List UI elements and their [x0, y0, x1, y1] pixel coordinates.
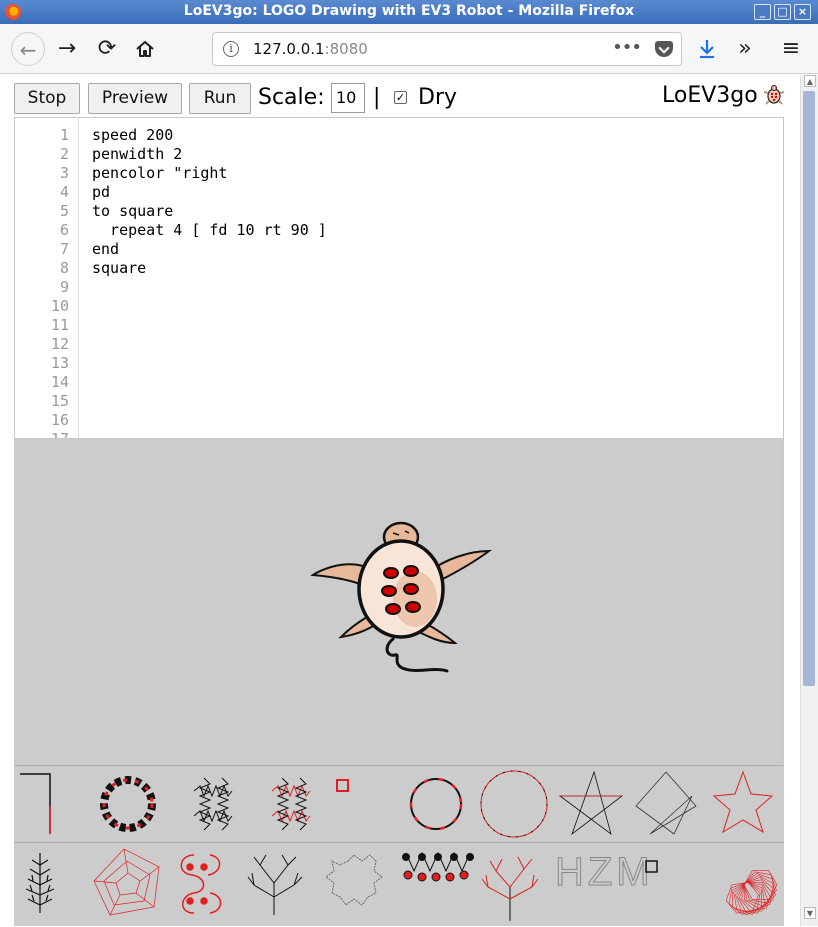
fern-drawing[interactable]: [25, 853, 55, 913]
red-swirl-drawing[interactable]: [180, 854, 222, 914]
line-number: 7: [59, 240, 69, 258]
line-number: 1: [59, 126, 69, 144]
minimize-button[interactable]: _: [754, 4, 771, 20]
window-titlebar: LoEV3go: LOGO Drawing with EV3 Robot - M…: [0, 0, 818, 24]
line-number: 6: [59, 221, 69, 239]
line-number: 2: [59, 145, 69, 163]
line-number: 12: [50, 335, 69, 353]
scrollbar-thumb[interactable]: [803, 91, 815, 686]
close-button[interactable]: ×: [794, 4, 811, 20]
navigation-bar: ← → ⟳ i 127.0.0.1:8080 ••• » ≡: [0, 24, 818, 74]
code-line[interactable]: pencolor "right: [92, 164, 227, 182]
download-icon: [700, 40, 714, 59]
code-line[interactable]: end: [92, 240, 119, 258]
line-number: 16: [50, 411, 69, 429]
line-number: 11: [50, 316, 69, 334]
dry-checkbox[interactable]: ✓: [394, 91, 407, 104]
window-title: LoEV3go: LOGO Drawing with EV3 Robot - M…: [183, 3, 635, 19]
forward-button[interactable]: →: [50, 32, 84, 66]
page-scrollbar[interactable]: ▲ ▼: [800, 75, 818, 926]
thin-red-circle-drawing[interactable]: [480, 770, 548, 838]
line-number: 5: [59, 202, 69, 220]
toolbar-separator: |: [373, 85, 381, 110]
url-bar[interactable]: i 127.0.0.1:8080 •••: [212, 32, 682, 66]
url-port: :8080: [324, 40, 368, 58]
code-line[interactable]: square: [92, 259, 146, 277]
toolbar: Stop Preview Run Scale: 10 | ✓ Dry LoEV3…: [0, 75, 800, 117]
brand-title: LoEV3go: [662, 83, 758, 108]
url-host: 127.0.0.1: [253, 40, 325, 58]
dashed-ring-drawing[interactable]: [100, 776, 156, 832]
back-button[interactable]: ←: [11, 32, 45, 66]
menu-button[interactable]: ≡: [774, 32, 808, 66]
preview-button[interactable]: Preview: [88, 83, 182, 114]
line-number: 8: [59, 259, 69, 277]
more-tools-button[interactable]: »: [728, 32, 762, 66]
code-line[interactable]: pd: [92, 183, 110, 201]
page: Stop Preview Run Scale: 10 | ✓ Dry LoEV3…: [0, 75, 800, 926]
code-line[interactable]: penwidth 2: [92, 145, 182, 163]
svg-text:HZM: HZM: [555, 850, 654, 894]
scale-input[interactable]: 10: [331, 83, 365, 113]
red-zigzag-cross-drawing[interactable]: [271, 777, 311, 831]
line-number: 15: [50, 392, 69, 410]
code-editor[interactable]: 1 2 3 4 5 6 7 8 9 10 11 12 13 14 15 16 17 speed 200 penwi…: [14, 117, 784, 439]
red-star-drawing[interactable]: [712, 770, 774, 834]
code-line[interactable]: to square: [92, 202, 173, 220]
line-number-gutter: 1 2 3 4 5 6 7 8 9 10 11 12 13 14 15 16 17: [15, 118, 79, 438]
code-line[interactable]: repeat 4 [ fd 10 rt 90 ]: [92, 221, 327, 239]
line-number: 4: [59, 183, 69, 201]
grey-star-drawing[interactable]: [635, 771, 697, 835]
maximize-button[interactable]: □: [774, 4, 791, 20]
zigzag-cross-drawing[interactable]: [193, 777, 233, 831]
scroll-up-arrow[interactable]: ▲: [804, 75, 816, 87]
downloads-button[interactable]: [690, 32, 724, 66]
line-number: 13: [50, 354, 69, 372]
small-red-square-drawing[interactable]: [336, 779, 349, 792]
code-line[interactable]: speed 200: [92, 126, 173, 144]
snowflake-drawing[interactable]: [325, 854, 383, 906]
line-number: 9: [59, 278, 69, 296]
home-button[interactable]: [128, 32, 162, 66]
reload-button[interactable]: ⟳: [90, 32, 124, 66]
line-number: 17: [50, 430, 69, 439]
home-icon: [136, 41, 154, 57]
url-text[interactable]: 127.0.0.1:8080: [253, 40, 368, 58]
red-tree-drawing[interactable]: [481, 856, 539, 921]
info-icon[interactable]: i: [223, 41, 239, 57]
pocket-icon[interactable]: [655, 41, 673, 57]
red-rosette-drawing[interactable]: [725, 870, 778, 916]
run-button[interactable]: Run: [189, 83, 251, 114]
bead-chain-drawing[interactable]: [402, 851, 474, 882]
line-number: 14: [50, 373, 69, 391]
line-number: 3: [59, 164, 69, 182]
turtle-logo-icon: [763, 85, 785, 105]
black-star-drawing[interactable]: [558, 770, 624, 836]
corner-drawing[interactable]: [20, 773, 51, 834]
tree-drawing[interactable]: [247, 854, 303, 915]
dry-label: Dry: [418, 85, 458, 110]
gallery-row-2: HZM: [14, 842, 784, 926]
red-dash-circle-drawing[interactable]: [409, 777, 463, 831]
page-actions-button[interactable]: •••: [612, 37, 642, 58]
line-number: 10: [50, 297, 69, 315]
pentagon-spiral-drawing[interactable]: [93, 848, 160, 916]
scroll-down-arrow[interactable]: ▼: [804, 907, 816, 919]
hzm-letters-drawing[interactable]: HZM: [555, 850, 654, 895]
gallery-row-1: [14, 765, 784, 842]
drawing-canvas[interactable]: [14, 439, 784, 765]
turtle-icon: [310, 521, 493, 673]
scale-label: Scale:: [258, 85, 325, 110]
stop-button[interactable]: Stop: [14, 83, 80, 114]
